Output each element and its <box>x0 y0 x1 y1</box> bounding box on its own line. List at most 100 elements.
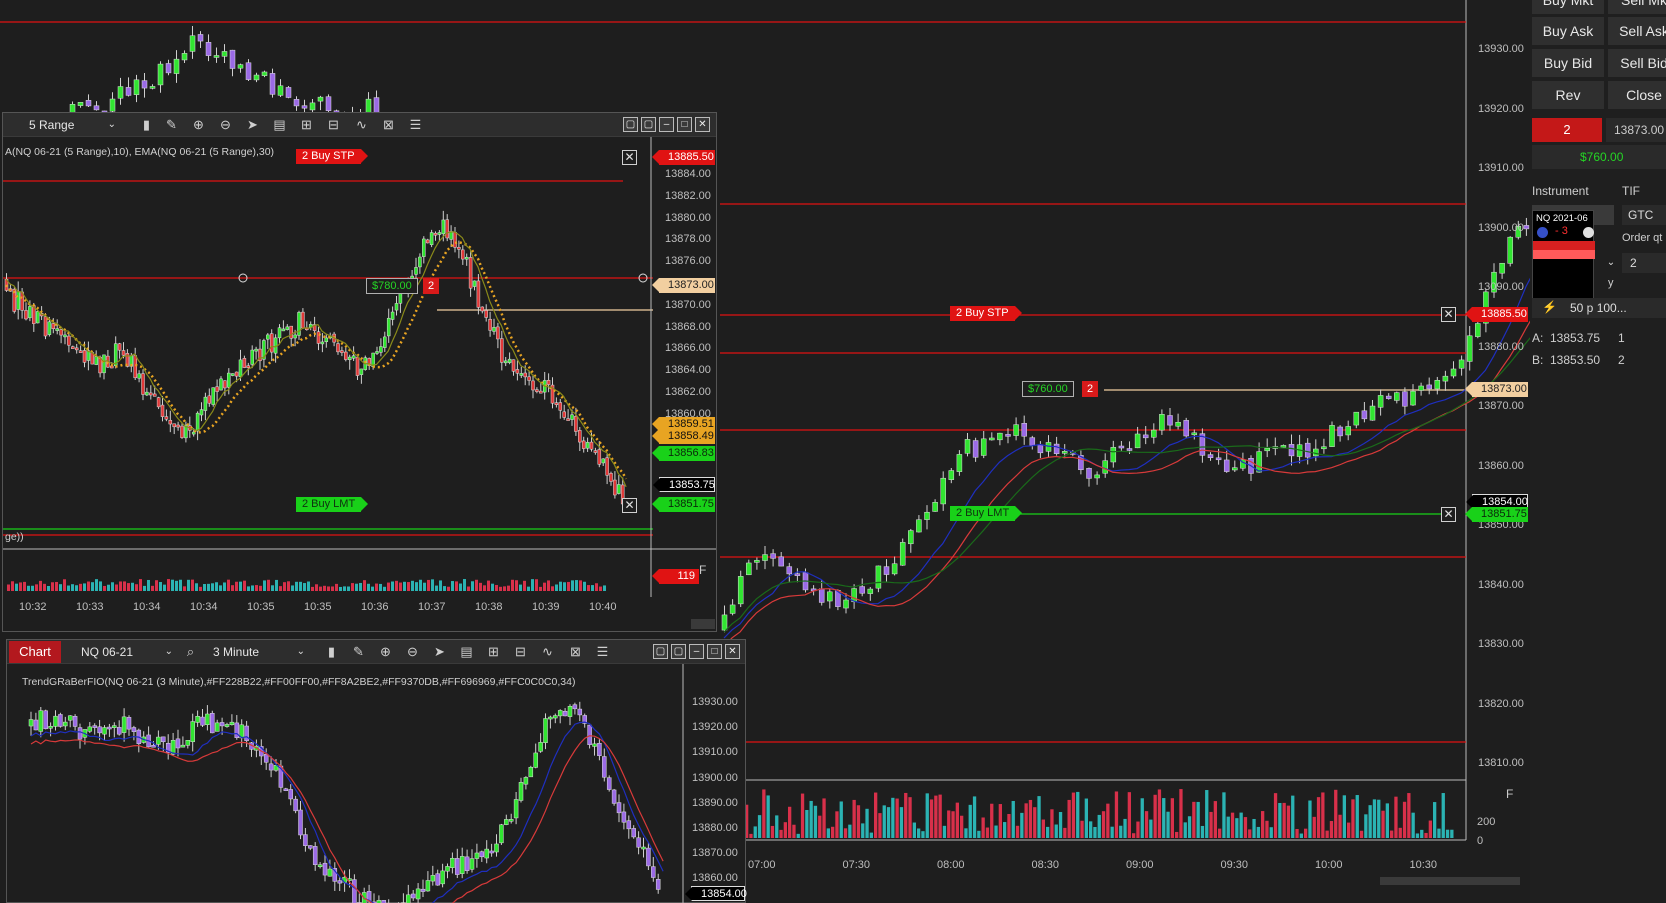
instrument-popup[interactable]: NQ 2021-06 - 3 <box>1532 210 1595 308</box>
atm-value: 50 p 100... <box>1570 301 1627 315</box>
main-volume-bar <box>917 828 921 838</box>
strategy-icon[interactable]: ⊟ <box>325 117 342 133</box>
range-cancel-lmt-icon[interactable]: ✕ <box>622 498 637 513</box>
minimize-icon[interactable]: – <box>689 644 704 659</box>
list-icon[interactable]: ☰ <box>407 117 424 133</box>
template-icon[interactable]: ⊠ <box>567 644 584 660</box>
atm-strategy-select[interactable]: ⚡ 50 p 100... <box>1532 298 1666 318</box>
list-icon[interactable]: ☰ <box>594 644 611 660</box>
data-box-icon[interactable]: ▤ <box>458 644 475 660</box>
minute-chart-window[interactable]: Chart NQ 06-21 ⌄ ⌕ 3 Minute ⌄ ▮ ✎ ⊕ ⊖ ➤ … <box>6 639 747 903</box>
bid-label: B: <box>1532 353 1544 367</box>
range-chart-window[interactable]: 5 Range ⌄ ▮ ✎ ⊕ ⊖ ➤ ▤ ⊞ ⊟ ∿ ⊠ ☰ ▢ ▢ – □ … <box>2 112 717 632</box>
minute-candle <box>298 809 303 836</box>
zoom-in-icon[interactable]: ⊕ <box>190 117 207 133</box>
sell-ask-button[interactable]: Sell Ask <box>1608 17 1666 45</box>
sell-market-button[interactable]: Sell Mk <box>1608 0 1666 14</box>
range-volume-bar <box>19 582 22 591</box>
cancel-stp-order-icon[interactable]: ✕ <box>1441 307 1456 322</box>
window-tile2-icon[interactable]: ▢ <box>671 644 686 659</box>
draw-tool-icon[interactable]: ✎ <box>350 644 367 660</box>
horizontal-scrollbar[interactable] <box>1380 877 1520 885</box>
cancel-lmt-order-icon[interactable]: ✕ <box>1441 507 1456 522</box>
tif-select[interactable]: GTC <box>1622 205 1666 225</box>
main-candle <box>1029 437 1036 446</box>
main-left-candle <box>109 98 116 112</box>
zoom-out-icon[interactable]: ⊖ <box>404 644 421 660</box>
template-icon[interactable]: ⊠ <box>380 117 397 133</box>
interval-select[interactable]: 3 Minute ⌄ <box>209 643 309 661</box>
minimize-icon[interactable]: – <box>659 117 674 132</box>
main-volume-bar <box>925 793 929 838</box>
gear-icon[interactable] <box>1583 227 1594 238</box>
main-volume-bar <box>1273 793 1278 838</box>
main-left-candle <box>237 64 244 69</box>
buy-market-button[interactable]: Buy Mkt <box>1532 0 1604 14</box>
close-icon[interactable]: ✕ <box>725 644 740 659</box>
close-position-button[interactable]: Close <box>1608 81 1666 109</box>
range-volume-bar <box>75 585 78 591</box>
bar-type-icon[interactable]: ▮ <box>323 644 340 660</box>
zoom-in-icon[interactable]: ⊕ <box>377 644 394 660</box>
main-volume-bar <box>1385 803 1389 838</box>
ask-price: 13853.75 <box>1550 331 1601 345</box>
range-candle <box>164 416 169 420</box>
range-volume-bar <box>555 584 558 591</box>
main-volume-bar <box>762 789 766 838</box>
range-chart-canvas[interactable] <box>3 137 716 631</box>
main-volume-bar <box>1415 833 1420 838</box>
minute-candle <box>126 717 132 730</box>
range-buy-lmt-tag[interactable]: 2 Buy LMT <box>296 497 369 512</box>
main-volume-bar <box>1282 802 1286 838</box>
main-candle <box>940 477 946 505</box>
main-volume-bar <box>1372 799 1377 838</box>
main-volume-bar <box>947 810 951 838</box>
maximize-icon[interactable]: □ <box>677 117 692 132</box>
interval-select[interactable]: 5 Range ⌄ <box>25 116 120 134</box>
window-tile-icon[interactable]: ▢ <box>653 644 668 659</box>
pointer-icon[interactable]: ➤ <box>244 117 261 133</box>
main-volume-bar <box>856 805 861 838</box>
main-volume-bar <box>1200 825 1205 838</box>
window-tile-icon[interactable]: ▢ <box>623 117 638 132</box>
range-panel-f[interactable]: F <box>699 563 706 577</box>
properties-icon[interactable]: ⊞ <box>298 117 315 133</box>
draw-tool-icon[interactable]: ✎ <box>163 117 180 133</box>
sell-bid-button[interactable]: Sell Bid <box>1608 49 1666 77</box>
range-candle <box>176 424 180 428</box>
indicator-icon[interactable]: ∿ <box>539 644 556 660</box>
main-volume-bar <box>1316 797 1321 838</box>
strategy-icon[interactable]: ⊟ <box>512 644 529 660</box>
window-tile2-icon[interactable]: ▢ <box>641 117 656 132</box>
order-qty-input[interactable]: 2 <box>1622 253 1666 273</box>
chevron-down-icon[interactable]: ⌄ <box>1602 253 1620 273</box>
minute-candle <box>489 850 494 854</box>
properties-icon[interactable]: ⊞ <box>485 644 502 660</box>
data-box-icon[interactable]: ▤ <box>271 117 288 133</box>
zoom-out-icon[interactable]: ⊖ <box>217 117 234 133</box>
range-candle <box>546 379 551 385</box>
maximize-icon[interactable]: □ <box>707 644 722 659</box>
range-buy-stp-tag[interactable]: 2 Buy STP <box>296 149 368 164</box>
chart-tab[interactable]: Chart <box>9 641 61 663</box>
pointer-icon[interactable]: ➤ <box>431 644 448 660</box>
indicator-icon[interactable]: ∿ <box>353 117 370 133</box>
range-volume-bar <box>203 584 206 591</box>
reverse-button[interactable]: Rev <box>1532 81 1604 109</box>
buy-lmt-order-tag[interactable]: 2 Buy LMT <box>950 506 1023 521</box>
panel-f-label[interactable]: F <box>1506 787 1520 801</box>
buy-bid-button[interactable]: Buy Bid <box>1532 49 1604 77</box>
time-tick-label: 10:38 <box>475 601 503 613</box>
range-scrollbar[interactable] <box>691 619 715 629</box>
bar-type-icon[interactable]: ▮ <box>138 117 155 133</box>
buy-stp-order-tag[interactable]: 2 Buy STP <box>950 306 1022 321</box>
minute-candle <box>410 893 416 899</box>
main-volume-bar <box>749 833 753 838</box>
range-cancel-stp-icon[interactable]: ✕ <box>622 150 637 165</box>
range-volume-bar <box>47 586 50 591</box>
search-icon[interactable]: ⌕ <box>182 644 199 660</box>
buy-ask-button[interactable]: Buy Ask <box>1532 17 1604 45</box>
instrument-select[interactable]: NQ 06-21 ⌄ <box>77 643 177 661</box>
close-icon[interactable]: ✕ <box>695 117 710 132</box>
minute-chart-canvas[interactable] <box>7 664 745 903</box>
